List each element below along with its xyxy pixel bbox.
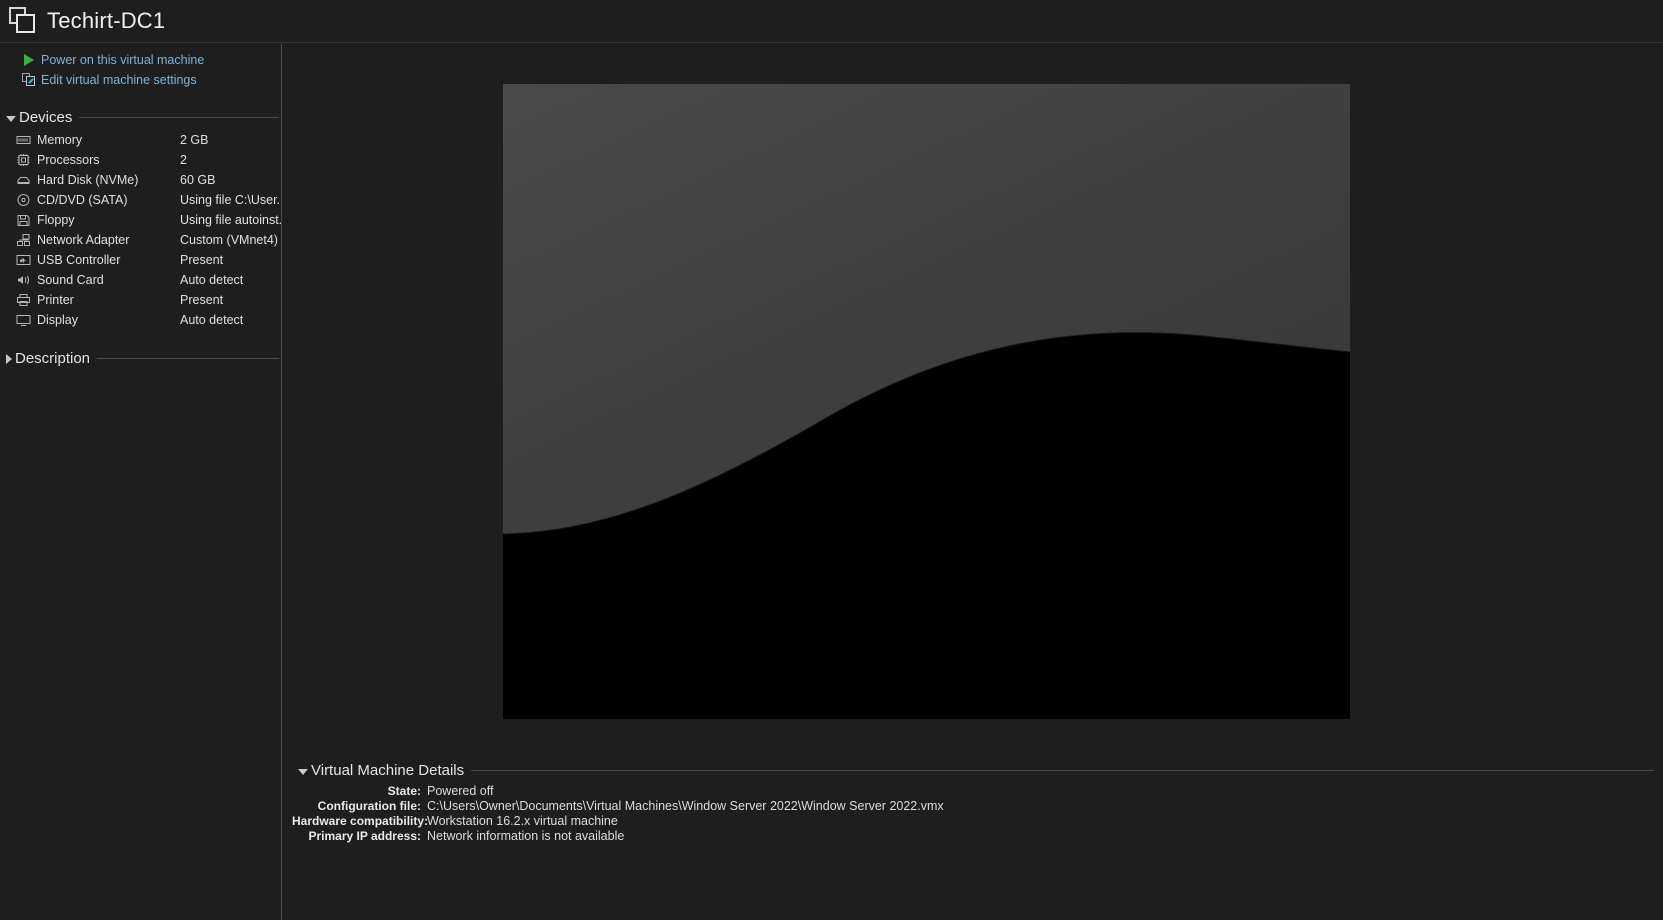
play-triangle-icon [22, 53, 36, 67]
printer-icon [16, 293, 31, 307]
device-row-usb-controller[interactable]: USB Controller Present [0, 250, 281, 270]
device-name: Floppy [37, 213, 75, 227]
device-value: Custom (VMnet4) [180, 233, 278, 247]
device-value: Present [180, 293, 224, 307]
vm-details-rows: State: Powered off Configuration file: C… [292, 784, 1656, 844]
detail-value: Workstation 16.2.x virtual machine [427, 814, 618, 828]
vmware-workstation-vm-tab: Techirt-DC1 Power on this virtual machin… [0, 0, 1663, 920]
edit-vm-settings-link[interactable]: Edit virtual machine settings [0, 70, 281, 89]
device-row-cd-dvd[interactable]: CD/DVD (SATA) Using file C:\User... [0, 190, 281, 210]
detail-label: Hardware compatibility: [292, 814, 429, 828]
power-on-vm-label: Power on this virtual machine [41, 52, 205, 67]
device-value: 2 GB [180, 133, 209, 147]
device-value: 60 GB [180, 173, 216, 187]
device-row-display[interactable]: Display Auto detect [0, 310, 281, 330]
memory-icon [16, 133, 31, 147]
devices-list: Memory 2 GB Processors 2 Hard Disk (NVMe… [0, 130, 281, 330]
vm-main-panel: Virtual Machine Details State: Powered o… [283, 44, 1663, 920]
floppy-icon [16, 213, 31, 227]
detail-label: Configuration file: [317, 799, 421, 813]
divider [471, 770, 1654, 771]
vm-sidebar: Power on this virtual machine Edit virtu… [0, 44, 282, 920]
detail-row-state: State: Powered off [292, 784, 1656, 799]
processor-icon [16, 153, 31, 167]
vm-details-section: Virtual Machine Details State: Powered o… [292, 762, 1656, 844]
detail-row-hardware-compatibility: Hardware compatibility: Workstation 16.2… [292, 814, 1656, 829]
device-row-floppy[interactable]: Floppy Using file autoinst... [0, 210, 281, 230]
vm-details-section-label: Virtual Machine Details [311, 762, 465, 779]
device-name: Memory [37, 133, 83, 147]
device-row-hard-disk[interactable]: Hard Disk (NVMe) 60 GB [0, 170, 281, 190]
display-icon [16, 313, 31, 327]
chevron-down-icon [6, 115, 16, 122]
vm-details-section-header[interactable]: Virtual Machine Details [292, 762, 1656, 779]
devices-section-header[interactable]: Devices [0, 109, 281, 126]
soundcard-icon [16, 273, 31, 287]
edit-settings-icon [22, 72, 36, 87]
device-name: Display [37, 313, 78, 327]
vm-screen-thumbnail[interactable] [503, 84, 1350, 719]
detail-label: Primary IP address: [308, 829, 421, 843]
detail-row-configuration-file: Configuration file: C:\Users\Owner\Docum… [292, 799, 1656, 814]
device-row-memory[interactable]: Memory 2 GB [0, 130, 281, 150]
device-name: Hard Disk (NVMe) [37, 173, 139, 187]
description-section-label: Description [15, 350, 91, 367]
device-name: CD/DVD (SATA) [37, 193, 128, 207]
device-row-printer[interactable]: Printer Present [0, 290, 281, 310]
device-value: Using file autoinst... [180, 213, 281, 227]
wallpaper-curve-shape [503, 332, 1350, 719]
vm-screen-preview [503, 84, 1350, 719]
device-row-sound-card[interactable]: Sound Card Auto detect [0, 270, 281, 290]
network-icon [16, 233, 31, 247]
virtual-machine-icon [9, 7, 37, 35]
device-value: 2 [180, 153, 187, 167]
edit-vm-settings-label: Edit virtual machine settings [41, 72, 197, 87]
usb-icon [16, 253, 31, 267]
device-name: Printer [37, 293, 74, 307]
power-on-vm-link[interactable]: Power on this virtual machine [0, 50, 281, 69]
device-name: USB Controller [37, 253, 121, 267]
detail-value: Network information is not available [427, 829, 625, 843]
detail-value: Powered off [427, 784, 494, 798]
harddisk-icon [16, 173, 31, 187]
divider [79, 117, 279, 118]
device-value: Auto detect [180, 313, 244, 327]
device-name: Processors [37, 153, 100, 167]
description-section-header[interactable]: Description [0, 350, 281, 367]
cddvd-icon [16, 193, 31, 207]
chevron-right-icon [6, 353, 12, 364]
detail-label: State: [387, 784, 421, 798]
device-row-network-adapter[interactable]: Network Adapter Custom (VMnet4) [0, 230, 281, 250]
chevron-down-icon [298, 768, 308, 775]
device-row-processors[interactable]: Processors 2 [0, 150, 281, 170]
devices-section-label: Devices [19, 109, 73, 126]
divider [97, 358, 279, 359]
device-value: Using file C:\User... [180, 193, 281, 207]
device-value: Auto detect [180, 273, 244, 287]
device-name: Sound Card [37, 273, 104, 287]
page-title: Techirt-DC1 [47, 8, 166, 33]
detail-row-primary-ip-address: Primary IP address: Network information … [292, 829, 1656, 844]
detail-value: C:\Users\Owner\Documents\Virtual Machine… [427, 799, 944, 813]
device-value: Present [180, 253, 224, 267]
vm-header: Techirt-DC1 [0, 0, 1663, 43]
device-name: Network Adapter [37, 233, 130, 247]
